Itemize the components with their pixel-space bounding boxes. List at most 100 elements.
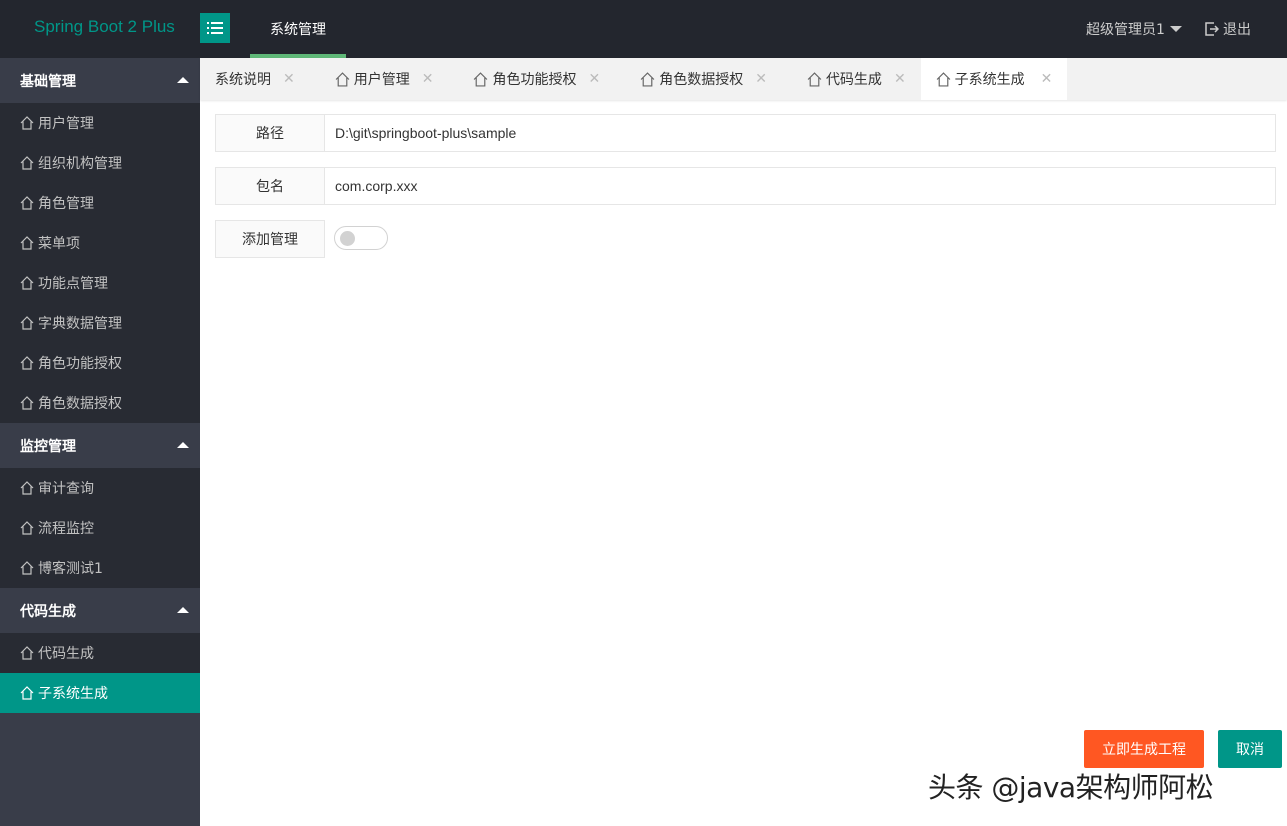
sidebar-item-role-data-auth[interactable]: 角色数据授权	[0, 383, 200, 423]
sidebar-item-role-management[interactable]: 角色管理	[0, 183, 200, 223]
tab-label: 用户管理	[353, 72, 410, 88]
sidebar-group-codegen[interactable]: 代码生成	[0, 588, 200, 633]
toggle-knob	[340, 231, 355, 246]
logout-label: 退出	[1223, 22, 1251, 38]
form-row-add-management: 添加管理	[215, 220, 1276, 258]
logout-button[interactable]: 退出	[1205, 0, 1251, 58]
tab-code-generation[interactable]: 代码生成 ✕	[782, 58, 921, 100]
package-input[interactable]	[325, 167, 1276, 205]
home-icon	[20, 521, 34, 535]
close-icon[interactable]: ✕	[1041, 71, 1053, 87]
group-title-label: 基础管理	[20, 73, 76, 90]
home-icon	[20, 316, 34, 330]
generate-project-button[interactable]: 立即生成工程	[1084, 730, 1204, 768]
nav-label: 代码生成	[38, 646, 94, 662]
sidebar-item-blog-test[interactable]: 博客测试1	[0, 548, 200, 588]
nav-label: 子系统生成	[38, 686, 108, 702]
home-icon	[20, 481, 34, 495]
user-menu[interactable]: 超级管理员1	[1086, 0, 1182, 58]
sidebar-group-codegen-items: 代码生成 子系统生成	[0, 633, 200, 713]
cancel-button[interactable]: 取消	[1218, 730, 1282, 768]
sidebar-group-basic-items: 用户管理 组织机构管理 角色管理 菜单项 功能点管理 字典数据管理 角色功能授权…	[0, 103, 200, 423]
home-icon	[20, 196, 34, 210]
top-nav-system-management[interactable]: 系统管理	[250, 0, 346, 58]
nav-label: 角色数据授权	[38, 396, 122, 412]
home-icon	[20, 396, 34, 410]
sidebar-item-code-generation[interactable]: 代码生成	[0, 633, 200, 673]
nav-label: 字典数据管理	[38, 316, 122, 332]
group-title-label: 监控管理	[20, 438, 76, 455]
close-icon[interactable]: ✕	[422, 71, 434, 87]
tab-user-management[interactable]: 用户管理 ✕	[310, 58, 449, 100]
app-logo: Spring Boot 2 Plus	[34, 17, 175, 36]
sidebar-item-subsystem-generation[interactable]: 子系统生成	[0, 673, 200, 713]
caret-up-icon	[177, 77, 189, 83]
menu-toggle-button[interactable]	[200, 13, 230, 43]
tab-system-description[interactable]: 系统说明 ✕	[200, 58, 310, 100]
home-icon	[20, 116, 34, 130]
form-row-path: 路径	[215, 114, 1276, 152]
user-name: 超级管理员1	[1086, 22, 1165, 38]
sidebar: 基础管理 用户管理 组织机构管理 角色管理 菜单项 功能点管理 字典数据管理 角…	[0, 58, 200, 826]
nav-label: 角色功能授权	[38, 356, 122, 372]
form-row-package: 包名	[215, 167, 1276, 205]
nav-label: 审计查询	[38, 481, 94, 497]
close-icon[interactable]: ✕	[894, 71, 906, 87]
home-icon	[640, 71, 655, 87]
home-icon	[936, 71, 951, 87]
home-icon	[335, 71, 350, 87]
home-icon	[807, 71, 822, 87]
sidebar-group-basic[interactable]: 基础管理	[0, 58, 200, 103]
group-title-label: 代码生成	[20, 603, 76, 620]
home-icon	[20, 156, 34, 170]
sidebar-item-audit-query[interactable]: 审计查询	[0, 468, 200, 508]
sidebar-item-dictionary[interactable]: 字典数据管理	[0, 303, 200, 343]
logout-icon	[1205, 22, 1219, 36]
nav-label: 流程监控	[38, 521, 94, 537]
tab-label: 系统说明	[215, 72, 271, 88]
path-label: 路径	[215, 114, 325, 152]
tab-role-function-auth[interactable]: 角色功能授权 ✕	[448, 58, 615, 100]
close-icon[interactable]: ✕	[283, 71, 295, 87]
tab-subsystem-generation[interactable]: 子系统生成 ✕	[920, 58, 1068, 100]
top-header: Spring Boot 2 Plus 系统管理 超级管理员1 退出	[0, 0, 1287, 58]
add-management-label: 添加管理	[215, 220, 325, 258]
add-management-toggle[interactable]	[334, 226, 388, 250]
caret-down-icon	[1169, 26, 1182, 32]
sidebar-item-function-point[interactable]: 功能点管理	[0, 263, 200, 303]
home-icon	[20, 646, 34, 660]
caret-up-icon	[177, 607, 189, 613]
tab-label: 角色数据授权	[659, 72, 744, 88]
sidebar-group-monitor-items: 审计查询 流程监控 博客测试1	[0, 468, 200, 588]
sidebar-group-monitor[interactable]: 监控管理	[0, 423, 200, 468]
nav-label: 菜单项	[38, 236, 80, 252]
tab-label: 角色功能授权	[492, 72, 577, 88]
home-icon	[474, 71, 488, 87]
close-icon[interactable]: ✕	[755, 71, 767, 87]
home-icon	[20, 561, 34, 575]
home-icon	[20, 686, 34, 700]
tab-bar: 系统说明 ✕ 用户管理 ✕ 角色功能授权 ✕ 角色数据授权 ✕ 代码生成 ✕ 子…	[200, 58, 1287, 100]
sidebar-item-org-management[interactable]: 组织机构管理	[0, 143, 200, 183]
nav-label: 博客测试1	[38, 561, 103, 577]
home-icon	[20, 236, 34, 250]
tab-label: 代码生成	[825, 72, 882, 88]
path-input[interactable]	[325, 114, 1276, 152]
home-icon	[20, 276, 34, 290]
nav-label: 角色管理	[38, 196, 94, 212]
subsystem-form: 路径 包名 添加管理	[215, 114, 1276, 273]
sidebar-item-menu[interactable]: 菜单项	[0, 223, 200, 263]
close-icon[interactable]: ✕	[588, 71, 600, 87]
nav-label: 组织机构管理	[38, 156, 122, 172]
home-icon	[20, 356, 34, 370]
list-icon	[207, 22, 223, 34]
nav-label: 用户管理	[38, 116, 94, 132]
watermark: 头条 @java架构师阿松	[928, 771, 1214, 804]
package-label: 包名	[215, 167, 325, 205]
tab-role-data-auth[interactable]: 角色数据授权 ✕	[615, 58, 782, 100]
sidebar-item-process-monitor[interactable]: 流程监控	[0, 508, 200, 548]
tab-label: 子系统生成	[954, 72, 1025, 88]
sidebar-item-user-management[interactable]: 用户管理	[0, 103, 200, 143]
caret-up-icon	[177, 442, 189, 448]
sidebar-item-role-function-auth[interactable]: 角色功能授权	[0, 343, 200, 383]
